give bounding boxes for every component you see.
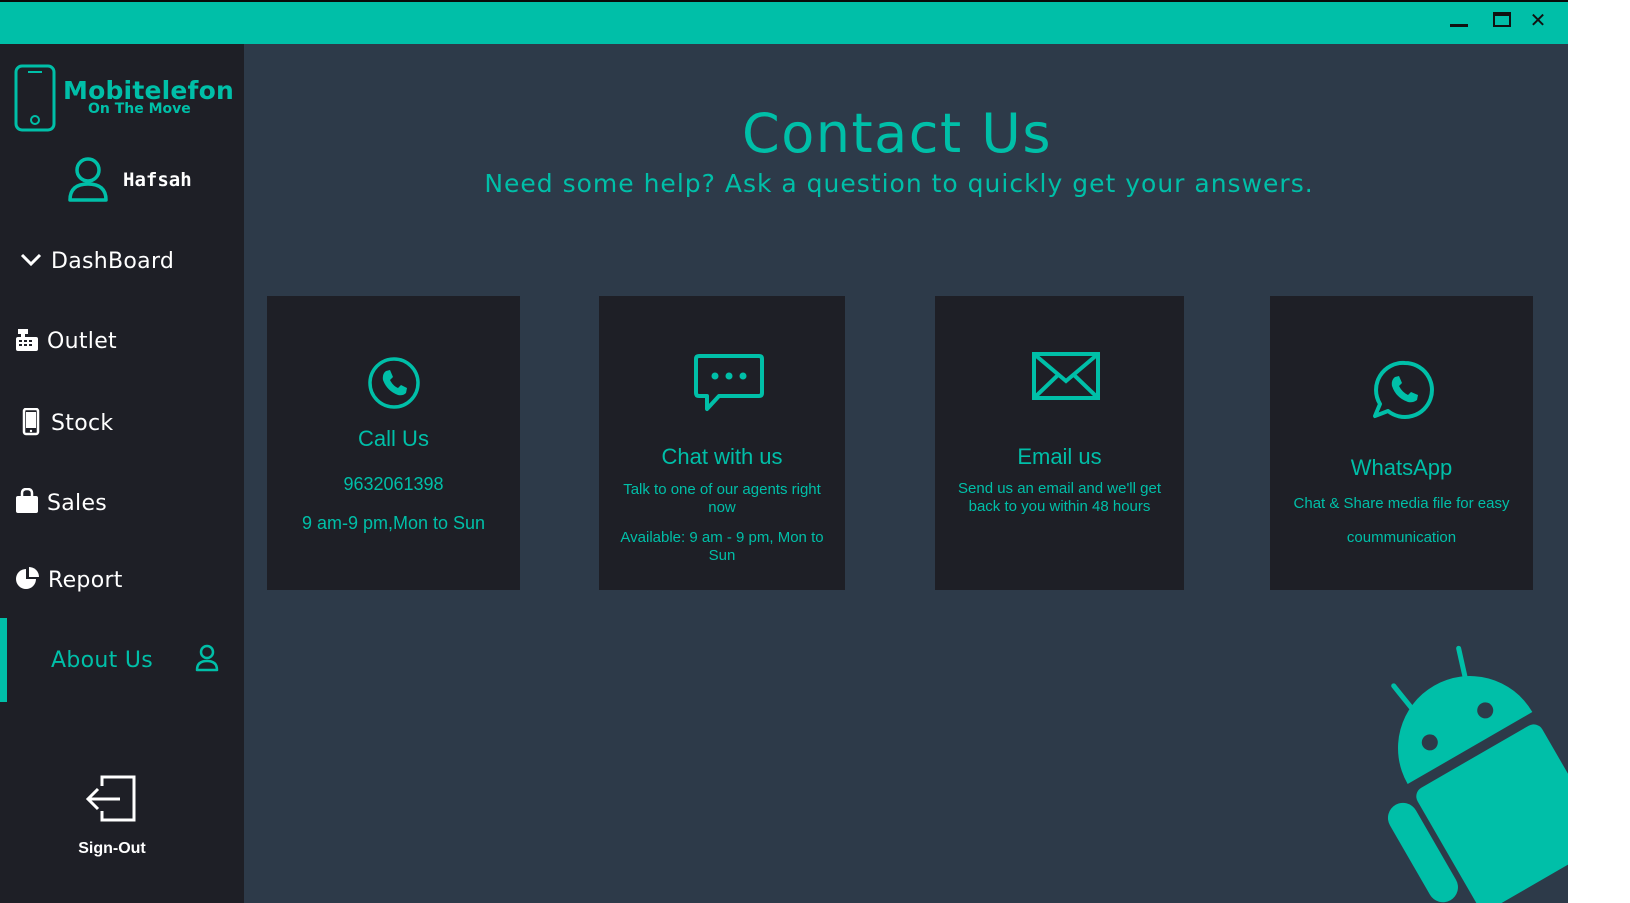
call-us-card[interactable]: Call Us 9632061398 9 am-9 pm,Mon to Sun [267, 296, 520, 590]
minimize-icon [1450, 24, 1468, 27]
sidebar-item-label: Outlet [47, 329, 117, 354]
background-margin [1568, 0, 1630, 903]
whatsapp-icon [1373, 360, 1434, 419]
sidebar-item-outlet[interactable]: Outlet [0, 312, 244, 372]
sign-out-icon [85, 775, 136, 822]
sidebar-item-stock[interactable]: Stock [0, 394, 244, 454]
user-name: Hafsah [123, 169, 192, 191]
close-button[interactable]: ✕ [1523, 6, 1553, 34]
whatsapp-description: Chat & Share media file for easy [1293, 495, 1510, 512]
chat-icon [694, 354, 764, 411]
email-card[interactable]: Email us Send us an email and we'll get … [935, 296, 1184, 590]
sidebar-item-label: Stock [51, 411, 114, 436]
user-icon [195, 644, 219, 672]
sidebar-item-dashboard[interactable]: DashBoard [0, 232, 244, 292]
whatsapp-card[interactable]: WhatsApp Chat & Share media file for eas… [1270, 296, 1533, 590]
sidebar-item-label: Sales [47, 491, 108, 516]
pie-chart-icon [16, 567, 39, 589]
user-icon [68, 157, 108, 202]
mail-icon [1032, 352, 1100, 400]
active-indicator [0, 618, 7, 702]
cash-register-icon [16, 329, 38, 351]
card-title: Chat with us [661, 444, 783, 469]
email-description: Send us an email and we'll get back to y… [958, 480, 1161, 515]
maximize-button[interactable] [1487, 6, 1517, 34]
sidebar-item-about-us[interactable]: About Us [0, 618, 244, 702]
chat-description: Talk to one of our agents right now [623, 481, 821, 516]
card-title: Email us [1017, 444, 1102, 469]
page-title: Contact Us [742, 102, 1052, 165]
sidebar-item-label: About Us [51, 648, 154, 673]
chat-availability: Available: 9 am - 9 pm, Mon to Sun [620, 529, 824, 564]
sidebar-item-report[interactable]: Report [0, 551, 244, 611]
sign-out-button[interactable]: Sign-Out [60, 770, 164, 870]
brand-logo: Mobitelefon On The Move [14, 64, 239, 134]
whatsapp-description-cont: coummunication [1346, 529, 1457, 546]
maximize-icon [1493, 12, 1511, 27]
card-title: Call Us [358, 426, 429, 451]
title-bar: ✕ [0, 0, 1568, 44]
page-subtitle: Need some help? Ask a question to quickl… [484, 169, 1314, 198]
sidebar-item-sales[interactable]: Sales [0, 474, 244, 534]
mobile-icon [22, 408, 40, 436]
brand-tagline: On The Move [88, 101, 191, 117]
card-title: WhatsApp [1350, 455, 1453, 480]
sidebar: Mobitelefon On The Move Hafsah DashBoard [0, 44, 244, 903]
call-hours: 9 am-9 pm,Mon to Sun [301, 513, 486, 533]
sign-out-label: Sign-Out [78, 840, 146, 857]
shopping-bag-icon [16, 488, 38, 513]
chat-card[interactable]: Chat with us Talk to one of our agents r… [599, 296, 845, 590]
app-window: ✕ Mobitelefon On The Move Hafsah DashBoa… [0, 0, 1568, 903]
phone-number: 9632061398 [343, 474, 444, 494]
android-icon [1387, 645, 1568, 903]
mobile-logo-icon [14, 64, 56, 132]
minimize-button[interactable] [1444, 6, 1474, 34]
chevron-down-icon [20, 253, 42, 267]
phone-icon [368, 357, 420, 409]
sidebar-item-label: Report [48, 568, 123, 593]
sidebar-item-label: DashBoard [51, 249, 175, 274]
user-profile: Hafsah [66, 156, 236, 204]
